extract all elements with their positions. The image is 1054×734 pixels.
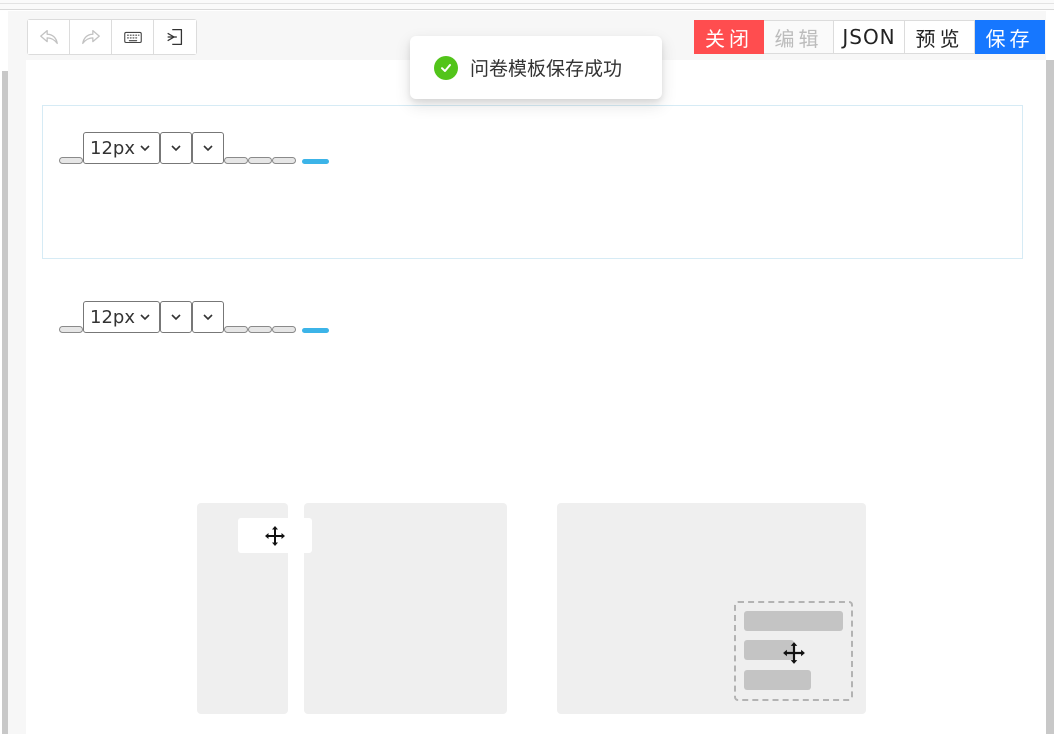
skeleton-block-middle <box>304 503 507 714</box>
italic-button[interactable] <box>248 157 272 164</box>
success-toast: 问卷模板保存成功 <box>410 36 662 99</box>
import-button[interactable] <box>154 20 196 54</box>
move-icon[interactable] <box>782 641 806 665</box>
link-button[interactable] <box>302 328 329 333</box>
browser-top-border <box>0 0 1054 10</box>
placeholder-bar <box>744 670 811 690</box>
toast-message: 问卷模板保存成功 <box>470 58 623 80</box>
keyboard-button[interactable] <box>112 20 154 54</box>
format-button[interactable] <box>59 326 83 333</box>
format-button[interactable] <box>59 157 83 164</box>
left-scrollbar[interactable] <box>2 71 8 734</box>
check-circle-icon <box>434 55 458 80</box>
json-button[interactable]: JSON <box>834 20 905 54</box>
chevron-down-icon <box>140 145 150 152</box>
rich-text-toolbar: 12px <box>59 132 329 164</box>
action-buttons: 关闭 编辑 JSON 预览 保存 <box>694 20 1045 54</box>
save-button[interactable]: 保存 <box>975 20 1045 54</box>
preview-button[interactable]: 预览 <box>905 20 975 54</box>
right-scrollbar[interactable] <box>1046 60 1054 734</box>
link-button[interactable] <box>302 159 329 164</box>
font-size-value: 12px <box>90 137 135 159</box>
browser-top-line <box>0 3 1054 4</box>
background-color-select[interactable] <box>192 132 224 164</box>
chevron-down-icon <box>140 314 150 321</box>
chevron-down-icon <box>203 314 213 321</box>
font-color-select[interactable] <box>160 301 192 333</box>
undo-button[interactable] <box>28 20 70 54</box>
redo-button[interactable] <box>70 20 112 54</box>
underline-button[interactable] <box>272 157 296 164</box>
font-size-select[interactable]: 12px <box>83 301 160 333</box>
rich-text-editor[interactable] <box>42 105 1023 259</box>
bold-button[interactable] <box>224 326 248 333</box>
rich-text-toolbar-2: 12px <box>59 301 329 333</box>
drag-handle[interactable] <box>238 518 312 553</box>
placeholder-bar <box>744 611 843 631</box>
close-button[interactable]: 关闭 <box>694 20 764 54</box>
font-color-select[interactable] <box>160 132 192 164</box>
import-icon <box>167 29 183 45</box>
underline-button[interactable] <box>272 326 296 333</box>
background-color-select[interactable] <box>192 301 224 333</box>
redo-icon <box>81 29 100 45</box>
keyboard-icon <box>123 31 142 44</box>
chevron-down-icon <box>203 145 213 152</box>
font-size-select[interactable]: 12px <box>83 132 160 164</box>
font-size-value: 12px <box>90 306 135 328</box>
bold-button[interactable] <box>224 157 248 164</box>
italic-button[interactable] <box>248 326 272 333</box>
move-icon <box>265 525 285 546</box>
history-toolbar <box>27 19 197 55</box>
chevron-down-icon <box>171 314 181 321</box>
edit-button[interactable]: 编辑 <box>764 20 834 54</box>
undo-icon <box>39 29 58 45</box>
chevron-down-icon <box>171 145 181 152</box>
left-scroll-rail <box>0 11 8 734</box>
left-gutter <box>8 11 26 734</box>
